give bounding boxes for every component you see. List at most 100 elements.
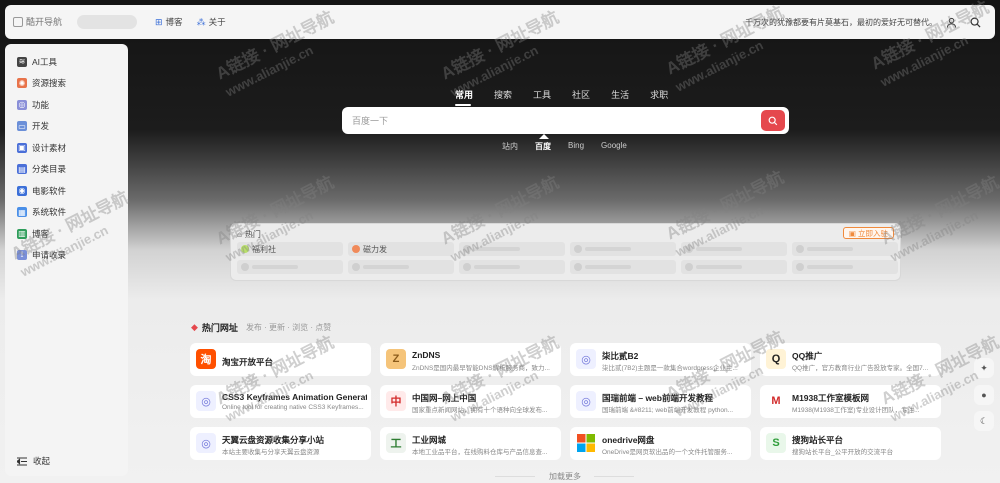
sidebar-item-7[interactable]: ▦ 系统软件: [5, 202, 128, 224]
hot-item[interactable]: [570, 260, 676, 274]
site-card[interactable]: 淘淘宝开放平台: [190, 343, 371, 376]
search-icon: [768, 116, 778, 125]
search-tab-2[interactable]: 工具: [533, 88, 551, 106]
sidebar-item-label: 设计素材: [32, 142, 67, 153]
site-card[interactable]: Z ZnDNS ZnDNS是国内最早智能DNS解析服务商，致力...: [380, 343, 561, 376]
sidebar-item-1[interactable]: ✺ 资源搜索: [5, 73, 128, 95]
hot-item[interactable]: [681, 260, 787, 274]
site-card[interactable]: 工工业网城 本地工业品平台，在线购料仓库与产品信息查...: [380, 427, 561, 460]
sidebar-item-2[interactable]: ◎ 功能: [5, 94, 128, 116]
logo-image-icon: [13, 16, 23, 27]
float-tool-icon[interactable]: ●: [974, 385, 994, 405]
site-card[interactable]: onedrive网盘 OneDrive是网页软出品的一个文件托管服务...: [570, 427, 751, 460]
site-card[interactable]: S 搜狗站长平台 搜狗站长平台_公平开放的交流平台: [760, 427, 941, 460]
search-submit-button[interactable]: [761, 110, 785, 131]
hot-item[interactable]: [792, 242, 898, 256]
join-now-button[interactable]: ▣ 立即入驻: [842, 227, 894, 239]
search-engine-0[interactable]: 站内: [502, 141, 518, 152]
site-card[interactable]: ◎ 国瑞前端 – web前端开发教程 国瑞前端 &#8211; web前端开发教程 …: [570, 385, 751, 418]
sidebar-item-label: AI工具: [32, 56, 58, 67]
hot-item[interactable]: [681, 242, 787, 256]
hot-item-placeholder: [474, 265, 520, 269]
popular-title: 热门网址: [201, 323, 238, 333]
site-name: 天翼云盘资源收集分享小站: [222, 435, 325, 445]
hot-item[interactable]: [348, 260, 454, 274]
blog-icon: ▥: [17, 228, 27, 239]
site-logo-icon: ◎: [196, 433, 216, 453]
search-tab-4[interactable]: 生活: [611, 88, 629, 106]
site-logo[interactable]: 酷开导航: [13, 15, 62, 28]
site-name: QQ推广: [792, 351, 823, 361]
site-card[interactable]: ◎ 柒比贰B2 柒比贰(7B2)主题是一款集合wordpress企业主...: [570, 343, 751, 376]
site-desc: 柒比贰(7B2)主题是一款集合wordpress企业主...: [602, 365, 738, 372]
search-engine-3[interactable]: Google: [601, 141, 627, 152]
site-card[interactable]: M M1938工作室模板网 M1938(M1938工作室)专业设计团队，专注...: [760, 385, 941, 418]
building-icon: ▣: [848, 228, 856, 238]
sidebar-item-label: 开发: [32, 121, 50, 132]
sidebar-item-9[interactable]: ⟟ 申请收录: [5, 245, 128, 267]
sidebar-item-3[interactable]: ▭ 开发: [5, 116, 128, 138]
site-card[interactable]: ◎ 天翼云盘资源收集分享小站 本站主要收集与分享天翼云盘资源: [190, 427, 371, 460]
header-quote: 千万次的犹豫都要有片莫基石，最初的爱好无可替代。: [745, 18, 937, 27]
header-blur-pill: [77, 15, 137, 29]
dark-mode-icon[interactable]: ☾: [974, 411, 994, 431]
hot-grid: 福利社 磁力发: [237, 242, 898, 274]
site-logo-icon: ◎: [576, 349, 596, 369]
hot-item[interactable]: 福利社: [237, 242, 343, 256]
search-engine-2[interactable]: Bing: [568, 141, 584, 152]
hot-item[interactable]: [459, 260, 565, 274]
site-name: 工业网城: [412, 435, 447, 445]
search-tab-0[interactable]: 常用: [455, 88, 473, 106]
search-input[interactable]: [352, 113, 752, 128]
sidebar-collapse-button[interactable]: 收起: [17, 455, 50, 467]
site-desc: 国瑞前端 &#8211; web前端开发教程 python...: [602, 407, 734, 414]
sidebar-item-6[interactable]: ◉ 电影软件: [5, 180, 128, 202]
hot-item[interactable]: [237, 260, 343, 274]
user-icon[interactable]: [943, 14, 959, 30]
sidebar-item-label: 资源搜索: [32, 78, 67, 89]
site-card[interactable]: Q QQ推广 QQ推广，官方教育行业广告投放专家。全国7...: [760, 343, 941, 376]
palette-icon: ▣: [17, 142, 27, 153]
search-tab-1[interactable]: 搜索: [494, 88, 512, 106]
sidebar-item-label: 系统软件: [32, 207, 67, 218]
site-logo-icon: Q: [766, 349, 786, 369]
hot-item[interactable]: [792, 260, 898, 274]
sidebar-list: ≋ AI工具 ✺ 资源搜索 ◎ 功能 ▭ 开发 ▣ 设计素材 ▤ 分类目录 ◉ 电影软件 ▦ 系统软件 ▥ 博客 ⟟…: [5, 44, 128, 266]
nav-item-about[interactable]: ⁂ 关于: [197, 16, 226, 28]
search-tab-5[interactable]: 求职: [650, 88, 668, 106]
search-box: [342, 107, 789, 134]
load-more-divider-left: [495, 476, 535, 477]
sidebar-item-label: 电影软件: [32, 185, 67, 196]
site-logo-icon: [576, 433, 596, 453]
hot-title-label: 热门: [244, 230, 261, 239]
nav-item-blog[interactable]: ⊞ 博客: [155, 16, 183, 28]
search-globe-icon: ✺: [17, 78, 27, 89]
load-more-button[interactable]: 加载更多: [549, 471, 581, 482]
sidebar-item-0[interactable]: ≋ AI工具: [5, 51, 128, 73]
site-card[interactable]: 中中国网–网上中国 国家重点新闻网站，拥有十个语种向全球发布...: [380, 385, 561, 418]
hot-item-icon: [463, 245, 471, 253]
sidebar-item-5[interactable]: ▤ 分类目录: [5, 159, 128, 181]
collapse-icon: [17, 456, 27, 466]
site-logo-icon: 淘: [196, 349, 216, 369]
site-logo-icon: ◎: [196, 391, 216, 411]
link-icon: ⟟: [17, 250, 27, 261]
site-card[interactable]: ◎ CSS3 Keyframes Animation Generator Onlin…: [190, 385, 371, 418]
site-desc: OneDrive是网页软出品的一个文件托管服务...: [602, 449, 733, 456]
site-name: 淘宝开放平台: [222, 357, 274, 367]
site-desc: M1938(M1938工作室)专业设计团队，专注...: [792, 407, 920, 414]
search-engines: 站内 百度 Bing Google: [502, 134, 627, 152]
float-cart-icon[interactable]: ✦: [974, 358, 994, 378]
hot-item[interactable]: [570, 242, 676, 256]
sidebar-item-8[interactable]: ▥ 博客: [5, 223, 128, 245]
site-desc: 本地工业品平台，在线购料仓库与产品信息查...: [412, 449, 548, 456]
hot-item[interactable]: [459, 242, 565, 256]
hot-item-placeholder: [696, 247, 742, 251]
load-more-divider-right: [594, 476, 634, 477]
sidebar-item-4[interactable]: ▣ 设计素材: [5, 137, 128, 159]
hot-item-placeholder: [585, 247, 631, 251]
search-engine-1[interactable]: 百度: [535, 134, 551, 152]
search-icon[interactable]: [967, 14, 983, 30]
hot-item[interactable]: 磁力发: [348, 242, 454, 256]
search-tab-3[interactable]: 社区: [572, 88, 590, 106]
